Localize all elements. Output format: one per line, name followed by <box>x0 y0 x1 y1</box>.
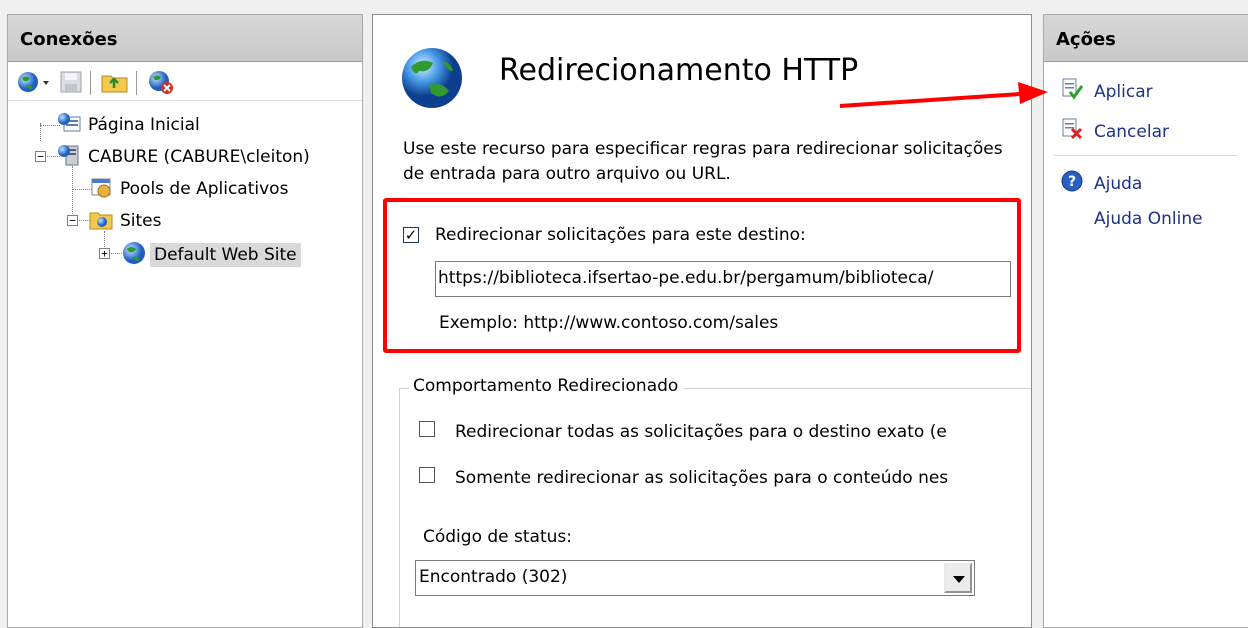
online-help-label: Ajuda Online <box>1094 209 1203 229</box>
apply-label: Aplicar <box>1094 81 1153 102</box>
tree-item-app-pools[interactable]: Pools de Aplicativos <box>88 175 288 203</box>
tree-label-start-page: Página Inicial <box>88 115 200 135</box>
server-expander[interactable]: − <box>35 151 46 162</box>
svg-text:?: ? <box>1068 174 1076 190</box>
sites-folder-icon <box>88 207 114 236</box>
chevron-down-icon[interactable] <box>944 563 972 593</box>
tree-label-app-pools: Pools de Aplicativos <box>120 179 289 199</box>
help-action[interactable]: ? Ajuda <box>1060 169 1142 198</box>
server-icon <box>56 143 82 172</box>
actions-pane: Ações Aplicar Cancelar ? Ajuda Ajuda Onl… <box>1043 14 1248 628</box>
disconnect-icon[interactable] <box>146 69 176 100</box>
connections-header: Conexões <box>8 15 362 62</box>
help-icon: ? <box>1060 169 1084 198</box>
start-page-icon <box>56 111 82 140</box>
online-help-action[interactable]: Ajuda Online <box>1094 209 1203 229</box>
sites-expander[interactable]: − <box>67 215 78 226</box>
exact-destination-label: Redirecionar todas as solicitações para … <box>455 422 947 442</box>
help-label: Ajuda <box>1094 173 1143 194</box>
apply-action[interactable]: Aplicar <box>1060 77 1153 106</box>
page-title: Redirecionamento HTTP <box>499 53 859 88</box>
feature-pane: Redirecionamento HTTP Use este recurso p… <box>372 14 1032 628</box>
cancel-label: Cancelar <box>1094 121 1169 142</box>
redirect-checkbox[interactable]: ✓ <box>403 227 419 243</box>
connect-globe-icon[interactable] <box>16 69 52 100</box>
connections-pane: Conexões − − + Página Inicial CABURE (CA… <box>7 14 363 628</box>
tree-label-server: CABURE (CABURE\cleiton) <box>88 147 310 167</box>
status-code-value: Encontrado (302) <box>419 567 568 587</box>
exact-destination-checkbox[interactable] <box>419 421 435 437</box>
tree-item-sites[interactable]: Sites <box>88 207 162 235</box>
tree-item-server[interactable]: CABURE (CABURE\cleiton) <box>56 143 310 171</box>
website-globe-icon <box>120 240 148 271</box>
cancel-action[interactable]: Cancelar <box>1060 117 1169 146</box>
content-only-label: Somente redirecionar as solicitações par… <box>455 468 949 488</box>
save-icon[interactable] <box>58 69 84 100</box>
redirect-checkbox-label: Redirecionar solicitações para este dest… <box>435 225 806 245</box>
redirect-url-input[interactable]: https://biblioteca.ifsertao-pe.edu.br/pe… <box>435 261 1011 297</box>
folder-up-icon[interactable] <box>100 69 130 100</box>
apply-icon <box>1060 77 1084 106</box>
feature-description: Use este recurso para especificar regras… <box>403 139 1003 184</box>
tree-item-default-site[interactable]: Default Web Site <box>120 241 301 269</box>
tree-item-start-page[interactable]: Página Inicial <box>56 111 200 139</box>
tree-label-default-site: Default Web Site <box>150 243 301 267</box>
status-code-label: Código de status: <box>423 527 572 547</box>
cancel-icon <box>1060 117 1084 146</box>
content-only-checkbox[interactable] <box>419 467 435 483</box>
app-pools-icon <box>88 175 114 204</box>
behavior-group-label: Comportamento Redirecionado <box>409 376 685 396</box>
status-code-select[interactable]: Encontrado (302) <box>415 560 975 596</box>
actions-header: Ações <box>1044 15 1248 62</box>
connections-toolbar <box>8 63 362 101</box>
globe-icon <box>399 45 465 116</box>
default-site-expander[interactable]: + <box>99 248 110 259</box>
tree-label-sites: Sites <box>120 211 162 231</box>
example-text: Exemplo: http://www.contoso.com/sales <box>439 313 779 333</box>
